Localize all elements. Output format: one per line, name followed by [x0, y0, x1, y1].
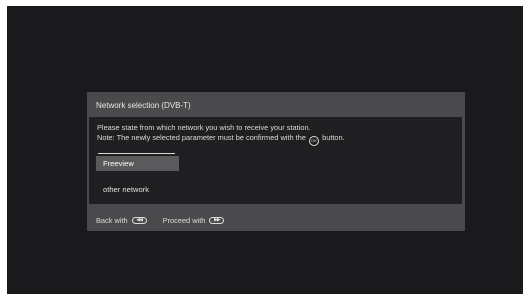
tv-screen: Network selection (DVB-T) Please state f… [7, 6, 523, 294]
dialog-body: Please state from which network you wish… [89, 117, 462, 204]
proceed-hint[interactable]: Proceed with ▶▶ [163, 216, 225, 225]
option-freeview[interactable]: Freeview [96, 156, 179, 171]
dialog-title: Network selection (DVB-T) [96, 101, 191, 110]
dialog-footer: Back with ◀◀ Proceed with ▶▶ [96, 214, 225, 226]
back-hint[interactable]: Back with ◀◀ [96, 216, 147, 225]
proceed-label: Proceed with [162, 215, 206, 225]
fast-forward-key-icon: ▶▶ [209, 216, 225, 224]
selection-indicator-line [98, 153, 175, 154]
network-selection-dialog: Network selection (DVB-T) Please state f… [87, 92, 465, 231]
option-other-network[interactable]: other network [96, 182, 179, 197]
description-line-2-end: button. [322, 132, 345, 142]
ok-button-icon: OK [309, 135, 320, 146]
description-line-2: Note: The newly selected parameter must … [97, 132, 306, 142]
dialog-description: Please state from which network you wish… [97, 123, 459, 146]
back-label: Back with [96, 215, 128, 225]
description-line-1: Please state from which network you wish… [97, 123, 311, 132]
rewind-key-icon: ◀◀ [131, 216, 147, 224]
